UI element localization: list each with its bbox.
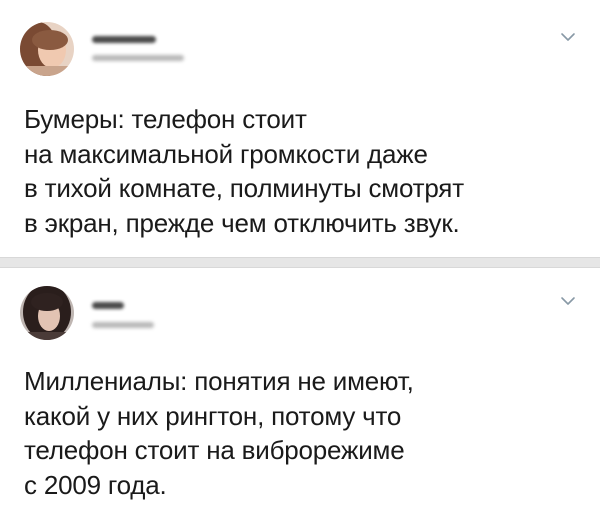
tweet-text: Бумеры: телефон стоит на максимальной гр… — [24, 102, 570, 240]
user-handle-blurred — [92, 322, 154, 328]
tweet-text-line: на максимальной громкости даже — [24, 138, 428, 169]
tweet-text-line: в тихой комнате, полминуты смотрят — [24, 173, 464, 203]
tweet-text-line: Миллениалы: понятия не имеют, — [24, 366, 414, 396]
user-name-blurred[interactable] — [92, 302, 124, 309]
tweet-card[interactable]: Бумеры: телефон стоит на максимальной гр… — [0, 0, 600, 257]
chevron-down-icon[interactable] — [560, 32, 576, 42]
tweet-text-line: в экран, прежде чем отключить звук. — [24, 207, 460, 238]
avatar-photo — [20, 22, 74, 76]
chevron-down-icon[interactable] — [560, 296, 576, 306]
tweet-text-line: какой у них рингтон, потому что — [24, 400, 402, 431]
avatar[interactable] — [20, 22, 74, 76]
user-name-blurred[interactable] — [92, 36, 156, 43]
tweet-divider — [0, 257, 600, 268]
user-handle-blurred — [92, 55, 184, 61]
tweet-text-line: с 2009 года. — [24, 469, 167, 500]
tweet-text: Миллениалы: понятия не имеют, какой у ни… — [24, 364, 570, 502]
tweet-text-line: телефон стоит на виброрежиме — [24, 435, 405, 465]
tweet-feed: Бумеры: телефон стоит на максимальной гр… — [0, 0, 600, 525]
avatar-photo — [20, 286, 74, 340]
tweet-card[interactable]: Миллениалы: понятия не имеют, какой у ни… — [0, 268, 600, 525]
avatar[interactable] — [20, 286, 74, 340]
tweet-text-line: Бумеры: телефон стоит — [24, 104, 307, 134]
